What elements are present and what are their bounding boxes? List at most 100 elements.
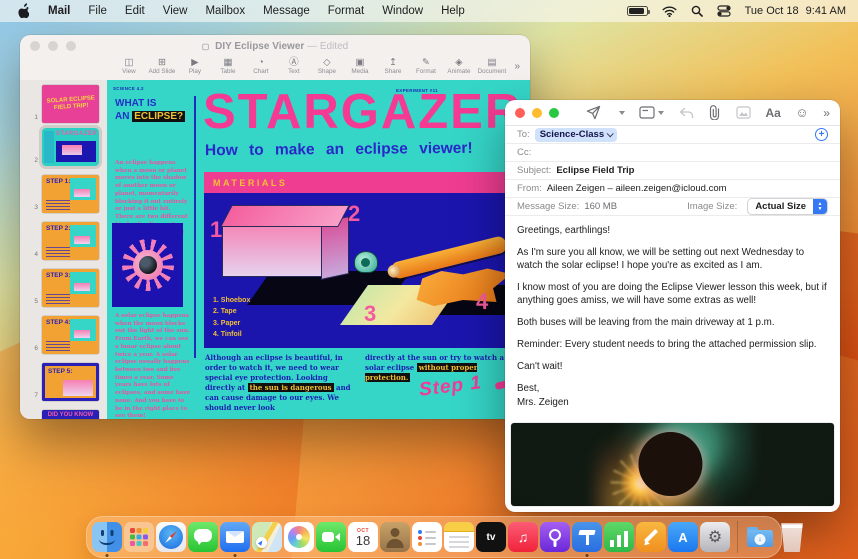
dock-item-photos[interactable]: [284, 522, 314, 552]
share-icon: ↥: [388, 56, 397, 68]
menu-file[interactable]: File: [79, 5, 116, 17]
menu-edit[interactable]: Edit: [116, 5, 154, 17]
dock-item-keynote[interactable]: [572, 522, 602, 557]
body-paragraph: Can't wait!: [517, 360, 563, 372]
tape-illustration: [354, 251, 378, 273]
slide-thumbnail-2-selected[interactable]: 2 STARGAZER: [20, 125, 107, 169]
format-text-button[interactable]: Aa: [765, 106, 780, 120]
dock-item-mail[interactable]: [220, 522, 250, 557]
dock-item-music[interactable]: ♫: [508, 522, 538, 552]
subject-field[interactable]: Subject: Eclipse Field Trip: [505, 162, 840, 181]
dock-item-app-store[interactable]: A: [668, 522, 698, 552]
slide-thumbnail-7[interactable]: 7 STEP 5:: [20, 363, 107, 401]
system-settings-icon: ⚙: [700, 522, 730, 552]
app-store-icon: A: [668, 522, 698, 552]
dock-item-finder[interactable]: [92, 522, 122, 557]
running-indicator: [585, 554, 589, 557]
menu-bar-clock[interactable]: Tue Oct 18 9:41 AM: [745, 5, 846, 17]
dock-item-messages[interactable]: [188, 522, 218, 552]
animate-button[interactable]: ◈ Animate: [442, 54, 475, 78]
document-icon: ▢: [201, 42, 210, 51]
dock-item-facetime[interactable]: [316, 522, 346, 552]
messages-icon: [188, 522, 218, 552]
apple-menu-icon[interactable]: [16, 3, 29, 19]
dock-item-safari[interactable]: [156, 522, 186, 552]
wifi-icon[interactable]: [662, 6, 677, 17]
emoji-button[interactable]: ☺: [795, 105, 808, 120]
shape-button[interactable]: ◇ Shape: [310, 54, 343, 78]
play-button[interactable]: ▶ Play: [178, 54, 211, 78]
control-center-icon[interactable]: [717, 5, 731, 17]
media-button[interactable]: ▣ Media: [343, 54, 376, 78]
share-button[interactable]: ↥ Share: [376, 54, 409, 78]
menu-mail[interactable]: Mail: [39, 5, 79, 17]
text-button[interactable]: Ⓐ Text: [277, 54, 310, 78]
chart-button[interactable]: ◔ Chart: [244, 54, 277, 78]
science-label: SCIENCE 4.2: [113, 86, 144, 91]
play-icon: ▶: [191, 56, 199, 68]
safari-icon: [156, 522, 186, 552]
slide-thumbnail-3[interactable]: 3 STEP 1:: [20, 175, 107, 213]
dock-item-calendar[interactable]: OCT 18: [348, 522, 378, 552]
keynote-window: ▢ DIY Eclipse Viewer — Edited ◫ View ⊞ Add…: [20, 35, 530, 419]
attach-button[interactable]: [708, 105, 721, 121]
table-button[interactable]: ▦ Table: [211, 54, 244, 78]
image-size-select[interactable]: Actual Size ▲ ▼: [747, 198, 828, 216]
menu-format[interactable]: Format: [319, 5, 373, 17]
reply-button[interactable]: [679, 107, 694, 119]
to-field[interactable]: To: Science-Class +: [505, 126, 840, 145]
slide-thumbnail-5[interactable]: 5 STEP 3:: [20, 269, 107, 307]
from-field[interactable]: From: Aileen Zeigen – aileen.zeigen@iclo…: [505, 180, 840, 199]
toolbar-overflow-chevron[interactable]: »: [508, 61, 520, 72]
slide-canvas[interactable]: SCIENCE 4.2 EXPERIMENT #11 WHAT IS AN EC…: [107, 80, 530, 419]
insert-photo-button[interactable]: [736, 106, 751, 119]
send-options-chevron[interactable]: [618, 110, 625, 115]
document-button[interactable]: ▤ Document: [475, 54, 508, 78]
body-paragraph: Both buses will be leaving from the main…: [517, 317, 775, 329]
eclipse-photo-attachment[interactable]: [511, 422, 834, 506]
minimize-button[interactable]: [532, 107, 542, 118]
text-icon: Ⓐ: [289, 56, 299, 68]
spotlight-search-icon[interactable]: [691, 5, 703, 17]
toolbar-overflow-chevron[interactable]: »: [823, 106, 830, 120]
cc-field[interactable]: Cc:: [505, 144, 840, 163]
mail-toolbar: Aa ☺ »: [505, 100, 840, 127]
message-size-row: Message Size: 160 MB Image Size: Actual …: [505, 198, 840, 217]
slide-thumbnail-1[interactable]: 1 SOLAR ECLIPSE FIELD TRIP!: [20, 85, 107, 123]
dock-item-launchpad[interactable]: [124, 522, 154, 552]
add-slide-button[interactable]: ⊞ Add Slide: [145, 54, 178, 78]
caution-text-left: Although an eclipse is beautiful, in ord…: [205, 353, 351, 412]
header-fields-button[interactable]: [639, 106, 665, 119]
menu-help[interactable]: Help: [432, 5, 474, 17]
dock-item-reminders[interactable]: [412, 522, 442, 552]
close-button[interactable]: [515, 107, 525, 118]
slide-thumbnail-8[interactable]: 8 DID YOU KNOW: [20, 410, 107, 419]
dock-item-podcasts[interactable]: [540, 522, 570, 552]
menu-mailbox[interactable]: Mailbox: [196, 5, 254, 17]
dock-item-apple-tv[interactable]: tv: [476, 522, 506, 552]
menu-view[interactable]: View: [154, 5, 197, 17]
dock-item-notes[interactable]: [444, 522, 474, 552]
dock-item-maps[interactable]: [252, 522, 282, 552]
add-slide-icon: ⊞: [157, 56, 166, 68]
materials-panel: MATERIALS 1 2 3 4 1. Shoebox 2. Tape 3. …: [204, 172, 507, 348]
menu-window[interactable]: Window: [373, 5, 432, 17]
battery-icon[interactable]: [626, 6, 650, 16]
view-button[interactable]: ◫ View: [112, 54, 145, 78]
dock-item-pages[interactable]: [636, 522, 666, 552]
slide-thumbnail-4[interactable]: 4 STEP 2:: [20, 222, 107, 260]
dock-item-contacts[interactable]: [380, 522, 410, 552]
recipient-token[interactable]: Science-Class: [534, 127, 618, 142]
add-recipient-button[interactable]: +: [815, 128, 828, 142]
send-button[interactable]: [586, 105, 601, 120]
dock-item-system-settings[interactable]: ⚙: [700, 522, 730, 552]
dock-item-trash[interactable]: [777, 522, 807, 552]
dock-item-downloads[interactable]: ↓: [745, 522, 775, 552]
shoebox-illustration: [222, 225, 322, 277]
dock-item-numbers[interactable]: [604, 522, 634, 552]
slide-thumbnail-6[interactable]: 6 STEP 4:: [20, 316, 107, 354]
message-body[interactable]: Greetings, earthlings! As I'm sure you a…: [505, 216, 840, 422]
format-button[interactable]: ✎ Format: [409, 54, 442, 78]
menu-message[interactable]: Message: [254, 5, 319, 17]
downloads-folder-icon: ↓: [745, 522, 775, 552]
